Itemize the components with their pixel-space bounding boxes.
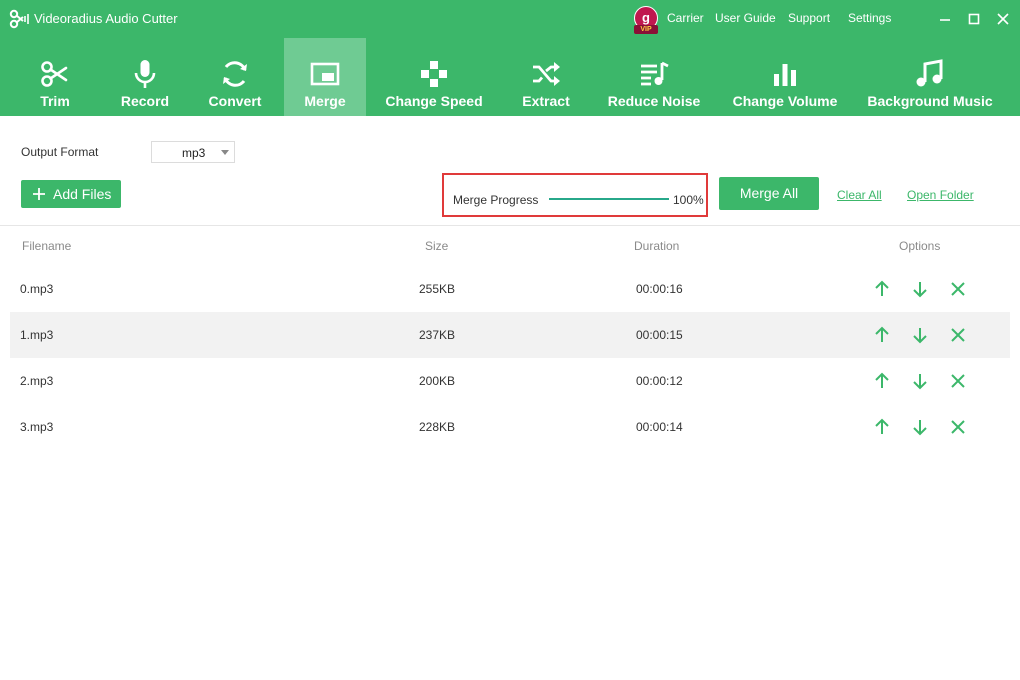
chevron-down-icon [221, 150, 229, 155]
tool-label: Merge [304, 93, 346, 109]
tool-label: Background Music [867, 93, 993, 109]
clear-all-link[interactable]: Clear All [837, 188, 882, 202]
merge-all-button[interactable]: Merge All [719, 177, 819, 210]
settings-link[interactable]: Settings [848, 11, 891, 25]
merge-progress-label: Merge Progress [453, 193, 539, 207]
tool-label: Trim [40, 93, 70, 109]
tool-reduce-noise[interactable]: Reduce Noise [602, 38, 706, 116]
file-name: 1.mp3 [20, 328, 54, 342]
table-row[interactable]: 1.mp3 237KB 00:00:15 [10, 312, 1010, 358]
arrow-down-icon[interactable] [910, 325, 930, 345]
file-duration: 00:00:15 [636, 328, 683, 342]
column-header-options: Options [899, 239, 941, 253]
column-header-size: Size [425, 239, 449, 253]
file-name: 0.mp3 [20, 282, 54, 296]
tool-label: Record [120, 93, 170, 109]
arrow-up-icon[interactable] [872, 371, 892, 391]
app-title: Videoradius Audio Cutter [34, 11, 178, 26]
merge-progress-panel: Merge Progress 100% [442, 173, 708, 217]
table-row[interactable]: 2.mp3 200KB 00:00:12 [10, 358, 1010, 404]
plus-icon [33, 188, 45, 200]
file-size: 237KB [419, 328, 456, 342]
tool-change-volume[interactable]: Change Volume [726, 38, 844, 116]
tool-background-music[interactable]: Background Music [862, 38, 998, 116]
tool-label: Reduce Noise [607, 93, 701, 109]
tool-label: Extract [522, 93, 570, 109]
merge-progress-bar [549, 198, 669, 200]
bar-chart-icon [774, 64, 796, 86]
tool-convert[interactable]: Convert [194, 38, 276, 116]
shuffle-icon [533, 62, 560, 86]
divider [0, 225, 1020, 226]
column-header-filename: Filename [22, 239, 72, 253]
tool-record[interactable]: Record [104, 38, 186, 116]
delete-icon[interactable] [948, 417, 968, 437]
delete-icon[interactable] [948, 325, 968, 345]
tool-change-speed[interactable]: Change Speed [378, 38, 490, 116]
output-format-value: mp3 [182, 146, 206, 160]
file-name: 3.mp3 [20, 420, 54, 434]
music-note-icon [916, 59, 943, 87]
arrow-up-icon[interactable] [872, 279, 892, 299]
refresh-icon [223, 61, 247, 87]
title-bar: Videoradius Audio Cutter g VIP Carrier U… [0, 0, 1020, 38]
user-guide-link[interactable]: User Guide [715, 11, 776, 25]
main-toolbar: Trim Record Convert Merge Change Speed E… [0, 38, 1020, 116]
output-format-label: Output Format [21, 145, 99, 159]
delete-icon[interactable] [948, 279, 968, 299]
tool-label: Convert [208, 93, 262, 109]
add-files-label: Add Files [53, 186, 112, 202]
arrow-up-icon[interactable] [872, 417, 892, 437]
tool-label: Change Speed [385, 93, 483, 109]
close-icon[interactable] [992, 8, 1014, 30]
merge-progress-fill [549, 198, 669, 200]
tool-extract[interactable]: Extract [505, 38, 587, 116]
gamepad-icon [421, 61, 447, 87]
carrier-link[interactable]: Carrier [667, 11, 704, 25]
table-row[interactable]: 3.mp3 228KB 00:00:14 [10, 404, 1010, 450]
file-duration: 00:00:12 [636, 374, 683, 388]
arrow-up-icon[interactable] [872, 325, 892, 345]
scissors-icon [41, 61, 68, 87]
merge-progress-percent: 100% [673, 193, 704, 207]
microphone-icon [134, 60, 156, 88]
vip-badge: VIP [634, 25, 658, 34]
file-duration: 00:00:14 [636, 420, 683, 434]
tool-trim[interactable]: Trim [14, 38, 96, 116]
tool-label: Change Volume [732, 93, 838, 109]
playlist-icon [641, 61, 669, 86]
file-size: 228KB [419, 420, 456, 434]
merge-icon [310, 62, 340, 86]
arrow-down-icon[interactable] [910, 279, 930, 299]
output-format-select[interactable]: mp3 [151, 141, 235, 163]
support-link[interactable]: Support [788, 11, 830, 25]
file-size: 255KB [419, 282, 456, 296]
scissors-logo-icon [9, 9, 29, 29]
delete-icon[interactable] [948, 371, 968, 391]
maximize-icon[interactable] [963, 8, 985, 30]
file-size: 200KB [419, 374, 456, 388]
add-files-button[interactable]: Add Files [21, 180, 121, 208]
column-header-duration: Duration [634, 239, 680, 253]
arrow-down-icon[interactable] [910, 371, 930, 391]
minimize-icon[interactable] [934, 8, 956, 30]
file-name: 2.mp3 [20, 374, 54, 388]
open-folder-link[interactable]: Open Folder [907, 188, 974, 202]
tool-merge[interactable]: Merge [284, 38, 366, 116]
table-row[interactable]: 0.mp3 255KB 00:00:16 [10, 266, 1010, 312]
file-duration: 00:00:16 [636, 282, 683, 296]
arrow-down-icon[interactable] [910, 417, 930, 437]
